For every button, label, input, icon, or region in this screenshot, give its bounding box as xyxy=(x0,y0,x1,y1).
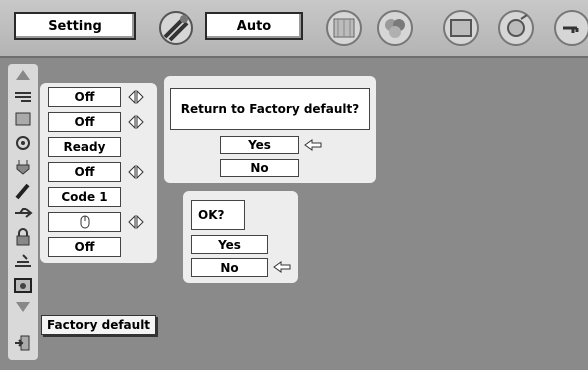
selection-arrow-icon xyxy=(304,139,322,151)
confirm-dialog: OK? Yes No xyxy=(183,191,298,283)
dialog-question: Return to Factory default? xyxy=(170,88,370,130)
factory-default-dialog: Return to Factory default? Yes No xyxy=(164,76,376,183)
value-box[interactable]: Off xyxy=(48,87,121,107)
value-box[interactable]: Off xyxy=(48,112,121,132)
value-box[interactable]: Code 1 xyxy=(48,187,121,207)
left-right-arrows-icon[interactable] xyxy=(128,215,144,229)
display-icon[interactable] xyxy=(13,134,33,152)
sound-icon[interactable] xyxy=(496,10,536,46)
no-button[interactable]: No xyxy=(220,159,299,177)
mouse-value-box[interactable] xyxy=(48,212,121,232)
value-box[interactable]: Off xyxy=(48,237,121,257)
tools-icon[interactable] xyxy=(156,10,196,46)
power-plug-icon[interactable] xyxy=(13,158,33,176)
left-right-arrows-icon[interactable] xyxy=(128,90,144,104)
screen-icon[interactable] xyxy=(324,10,364,46)
selection-arrow-icon xyxy=(273,261,291,273)
key-icon[interactable] xyxy=(552,10,588,46)
value-box: Ready xyxy=(48,137,121,157)
top-menu-bar: Setting Auto xyxy=(0,0,588,58)
lock-icon[interactable] xyxy=(13,228,33,246)
confirm-question: OK? xyxy=(191,200,245,230)
yes-button[interactable]: Yes xyxy=(220,136,299,154)
mouse-icon xyxy=(80,215,89,229)
left-right-arrows-icon[interactable] xyxy=(128,115,144,129)
left-right-arrows-icon[interactable] xyxy=(128,165,144,179)
filter-icon[interactable] xyxy=(13,252,33,270)
setting-button[interactable]: Setting xyxy=(14,12,136,40)
background-icon[interactable] xyxy=(13,110,33,128)
factory-default-tooltip: Factory default xyxy=(41,315,157,335)
usb-icon[interactable] xyxy=(13,204,33,222)
color-icon[interactable] xyxy=(375,10,415,46)
sidebar xyxy=(8,64,38,360)
values-panel: Off Off Ready Off Code 1 Off xyxy=(40,83,157,263)
yes-button[interactable]: Yes xyxy=(191,235,268,254)
factory-default-icon[interactable] xyxy=(13,276,33,294)
remote-control-icon[interactable] xyxy=(13,182,33,200)
exit-icon[interactable] xyxy=(13,334,33,352)
no-button[interactable]: No xyxy=(191,258,268,277)
image-icon[interactable] xyxy=(441,10,481,46)
menu-position-icon[interactable] xyxy=(13,88,33,106)
scroll-down-icon[interactable] xyxy=(13,298,33,316)
value-box[interactable]: Off xyxy=(48,162,121,182)
auto-mode-button[interactable]: Auto xyxy=(205,12,303,40)
scroll-up-icon[interactable] xyxy=(13,66,33,84)
